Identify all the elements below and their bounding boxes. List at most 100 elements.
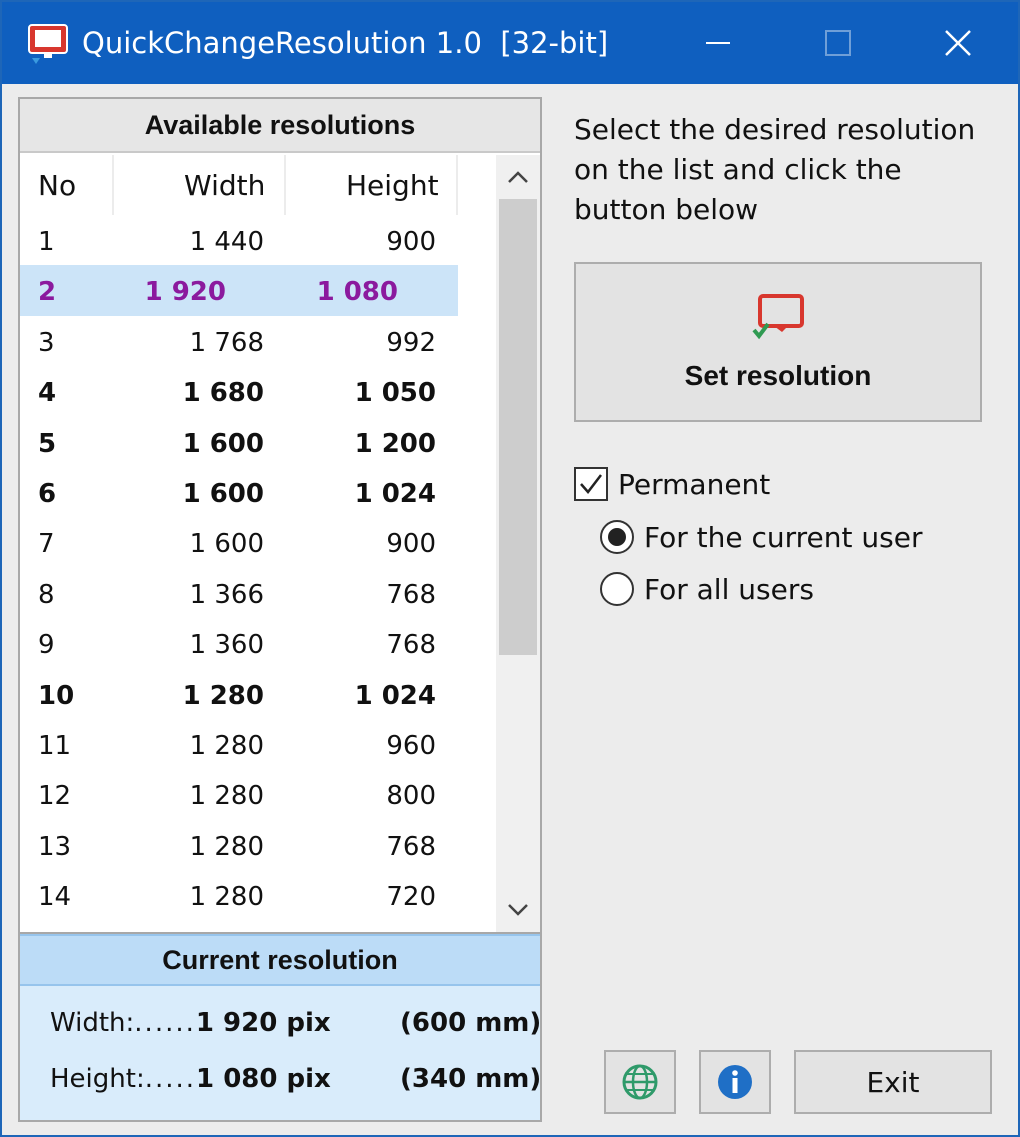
radio-button[interactable]	[600, 520, 634, 554]
set-resolution-button[interactable]: Set resolution	[574, 262, 982, 422]
minimize-button[interactable]	[658, 2, 778, 84]
cell-height: 1 024	[354, 478, 436, 509]
cell-width: 1 360	[189, 630, 264, 661]
cell-height: 1 080	[316, 277, 398, 308]
permanent-label: Permanent	[618, 467, 771, 501]
cell-no: 8	[38, 579, 55, 610]
cell-width: 1 366	[189, 579, 264, 610]
cell-no: 6	[38, 478, 57, 509]
exit-button[interactable]: Exit	[794, 1050, 992, 1114]
table-row[interactable]: 8 1 366 768	[20, 568, 496, 618]
cell-width: 1 600	[182, 428, 264, 459]
current-width-dots: ......	[134, 1008, 196, 1038]
radio-all-users[interactable]: For all users	[600, 570, 814, 608]
cell-no: 1	[38, 227, 55, 257]
radio-button[interactable]	[600, 572, 634, 606]
cell-height: 900	[386, 529, 436, 560]
instructions-text: Select the desired resolution on the lis…	[574, 113, 976, 226]
language-button[interactable]	[604, 1050, 676, 1114]
monitor-icon	[26, 22, 72, 66]
table-row[interactable]: 13 1 280 768	[20, 820, 496, 870]
cell-no: 9	[38, 630, 55, 661]
app-window: QuickChangeResolution 1.0 [32-bit] Avail…	[0, 0, 1020, 1137]
current-height-value: 1 080 pix	[196, 1064, 331, 1094]
cell-height: 1 050	[354, 378, 436, 409]
table-row[interactable]: 2 1 920 1 080	[20, 265, 458, 316]
list-scrollbar[interactable]	[496, 155, 540, 932]
table-row[interactable]: 9 1 360 768	[20, 618, 496, 668]
set-resolution-label: Set resolution	[684, 360, 872, 391]
current-height-mm: (340 mm)	[400, 1064, 542, 1094]
cell-height: 992	[386, 327, 436, 358]
cell-no: 14	[38, 882, 72, 913]
list-title: Available resolutions	[20, 99, 540, 153]
cell-width: 1 280	[189, 831, 264, 862]
permanent-checkbox[interactable]: Permanent	[574, 466, 770, 502]
resolution-rows: 1 1 440 900 2 1 920 1 080 3 1 768 992 4 1 680 1 050…	[20, 215, 496, 920]
cell-no: 2	[38, 277, 57, 308]
cell-height: 1 200	[354, 428, 436, 459]
cell-width: 1 440	[189, 227, 264, 257]
table-row[interactable]: 7 1 600 900	[20, 517, 496, 567]
table-row[interactable]: 10 1 280 1 024	[20, 669, 496, 719]
cell-no: 12	[38, 781, 72, 812]
close-button[interactable]	[898, 2, 1018, 84]
window-title: QuickChangeResolution 1.0 [32-bit]	[82, 26, 609, 60]
column-header-height[interactable]: Height	[346, 155, 439, 215]
cell-width: 1 920	[144, 277, 226, 308]
column-separator[interactable]	[456, 155, 458, 215]
checkbox-box[interactable]	[574, 467, 608, 501]
cell-no: 3	[38, 327, 55, 358]
info-icon	[718, 1065, 752, 1099]
radio-current-user-label: For the current user	[644, 520, 923, 554]
current-height: Height:.....1 080 pix (340 mm)	[50, 1064, 541, 1104]
cell-no: 10	[38, 680, 75, 711]
table-row[interactable]: 14 1 280 720	[20, 870, 496, 920]
column-separator[interactable]	[112, 155, 114, 215]
scroll-down-button[interactable]	[496, 888, 540, 932]
cell-no: 11	[38, 730, 72, 761]
monitor-check-icon	[752, 294, 808, 344]
resolution-list[interactable]: Available resolutions No Width Height 11…	[18, 97, 542, 934]
minimize-icon	[706, 42, 730, 44]
cell-width: 1 280	[182, 680, 264, 711]
cell-width: 1 280	[189, 882, 264, 913]
cell-width: 1 768	[189, 327, 264, 358]
cell-width: 1 600	[182, 478, 264, 509]
table-row[interactable]: 3 1 768 992	[20, 316, 496, 366]
table-row[interactable]: 5 1 600 1 200	[20, 417, 496, 467]
cell-height: 960	[386, 730, 436, 761]
checkmark-icon	[580, 474, 602, 494]
cell-no: 4	[38, 378, 57, 409]
cell-height: 1 024	[354, 680, 436, 711]
scroll-thumb[interactable]	[499, 199, 537, 655]
maximize-button[interactable]	[778, 2, 898, 84]
cell-width: 1 680	[182, 378, 264, 409]
table-row[interactable]: 12 1 280 800	[20, 769, 496, 819]
column-header-width[interactable]: Width	[184, 155, 265, 215]
radio-all-users-label: For all users	[644, 572, 814, 606]
current-resolution-title: Current resolution	[20, 934, 540, 986]
table-row[interactable]: 4 1 680 1 050	[20, 366, 496, 416]
globe-icon	[622, 1064, 658, 1100]
column-header-no[interactable]: No	[38, 155, 76, 215]
title-bar[interactable]: QuickChangeResolution 1.0 [32-bit]	[2, 2, 1018, 84]
table-row[interactable]: 6 1 600 1 024	[20, 467, 496, 517]
table-row[interactable]: 1 1 440 900	[20, 215, 496, 265]
cell-no: 5	[38, 428, 57, 459]
current-width: Width:......1 920 pix (600 mm)	[50, 1008, 541, 1048]
current-height-label: Height:	[50, 1064, 145, 1094]
current-resolution-panel: Current resolution Width:......1 920 pix…	[18, 934, 542, 1122]
chevron-down-icon	[508, 904, 528, 916]
cell-height: 720	[386, 882, 436, 913]
current-height-dots: .....	[144, 1064, 197, 1094]
cell-height: 800	[386, 781, 436, 812]
table-row[interactable]: 11 1 280 960	[20, 719, 496, 769]
radio-current-user[interactable]: For the current user	[600, 518, 922, 556]
current-width-value: 1 920 pix	[195, 1008, 331, 1038]
radio-selected-dot	[608, 528, 626, 546]
close-icon	[945, 30, 971, 56]
about-button[interactable]	[699, 1050, 771, 1114]
column-separator[interactable]	[284, 155, 286, 215]
scroll-up-button[interactable]	[496, 155, 540, 199]
